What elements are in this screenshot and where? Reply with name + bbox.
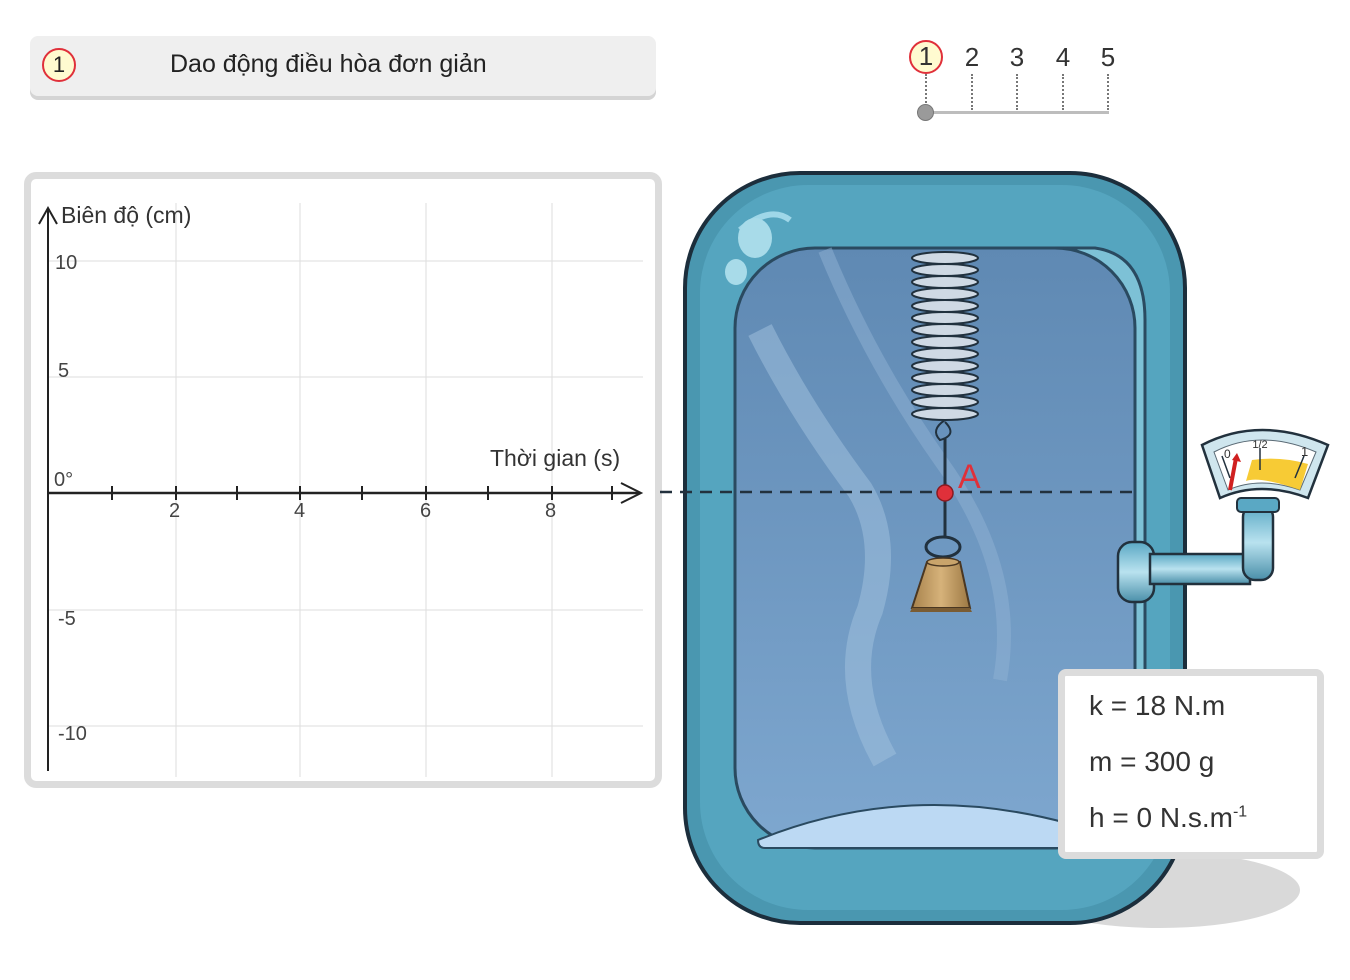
pressure-gauge: 0 1/2 1 bbox=[1200, 428, 1330, 500]
step-1-button[interactable]: 1 bbox=[909, 40, 943, 74]
step-tick bbox=[1062, 74, 1064, 110]
x-tick-label: 4 bbox=[294, 500, 305, 522]
point-a-marker bbox=[936, 484, 954, 502]
page-title: Dao động điều hòa đơn giản bbox=[170, 50, 487, 78]
damping-exponent: -1 bbox=[1232, 803, 1248, 821]
step-3-button[interactable]: 3 bbox=[1000, 40, 1034, 74]
damping-text: h = 0 N.s.m-1 bbox=[1089, 802, 1247, 834]
y-axis-label: Biên độ (cm) bbox=[61, 202, 191, 228]
y-tick-label: -5 bbox=[58, 608, 76, 630]
x-tick-label: 8 bbox=[545, 500, 556, 522]
x-axis-label: Thời gian (s) bbox=[490, 445, 620, 471]
amplitude-time-graph: Biên độ (cm) Thời gian (s) 10 5 0° -5 -1… bbox=[38, 202, 644, 777]
point-a-label: A bbox=[958, 458, 981, 496]
y-tick-label: 10 bbox=[55, 252, 77, 274]
step-slider-handle[interactable] bbox=[917, 104, 934, 121]
step-tick bbox=[971, 74, 973, 110]
spring-constant-text: k = 18 N.m bbox=[1089, 690, 1226, 721]
damping-value: h = 0 N.s.m bbox=[1089, 802, 1233, 833]
step-5-button[interactable]: 5 bbox=[1091, 40, 1125, 74]
y-tick-label: 5 bbox=[58, 360, 69, 382]
x-tick-label: 6 bbox=[420, 500, 431, 522]
parameters-panel: k = 18 N.m m = 300 g h = 0 N.s.m-1 bbox=[1058, 669, 1324, 859]
step-tick bbox=[1016, 74, 1018, 110]
step-number-badge: 1 bbox=[42, 48, 76, 82]
mass-text: m = 300 g bbox=[1089, 746, 1215, 777]
step-navigator: 1 2 3 4 5 bbox=[900, 38, 1130, 128]
title-bar: 1 Dao động điều hòa đơn giản bbox=[30, 36, 656, 96]
gauge-label-one: 1 bbox=[1301, 444, 1308, 459]
step-2-button[interactable]: 2 bbox=[955, 40, 989, 74]
y-tick-label: 0° bbox=[54, 469, 73, 491]
amplitude-graph-panel: Biên độ (cm) Thời gian (s) 10 5 0° -5 -1… bbox=[24, 172, 662, 788]
step-tick bbox=[1107, 74, 1109, 110]
gauge-label-half: 1/2 bbox=[1252, 439, 1267, 451]
gauge-label-zero: 0 bbox=[1224, 447, 1231, 461]
step-slider-track[interactable] bbox=[926, 111, 1109, 114]
x-tick-label: 2 bbox=[169, 500, 180, 522]
graph-grid bbox=[48, 203, 643, 777]
step-4-button[interactable]: 4 bbox=[1046, 40, 1080, 74]
y-tick-label: -10 bbox=[58, 723, 87, 745]
